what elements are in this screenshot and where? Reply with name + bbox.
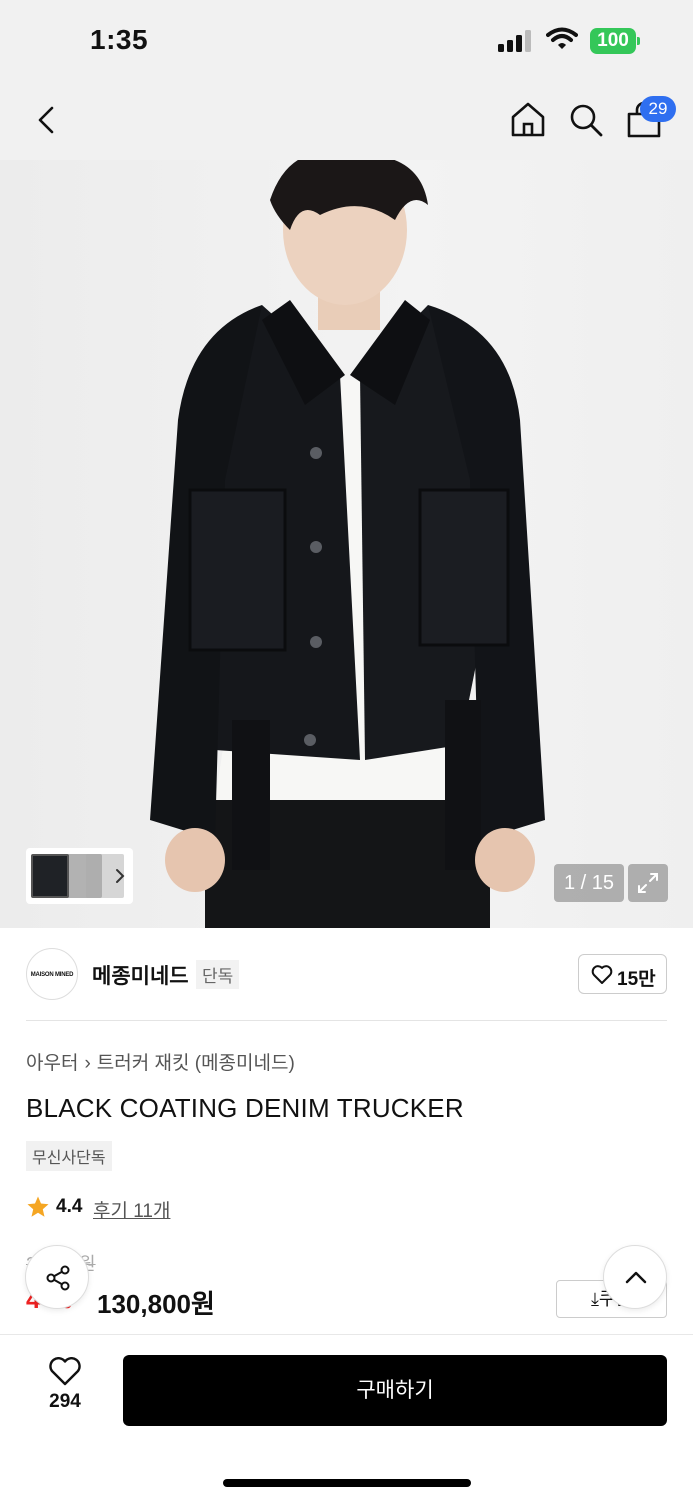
buy-button[interactable]: 구매하기 xyxy=(123,1355,667,1426)
top-nav: 29 xyxy=(0,80,693,160)
rating-score: 4.4 xyxy=(56,1196,83,1217)
back-chevron-icon[interactable] xyxy=(28,100,68,140)
wifi-icon xyxy=(546,27,578,49)
share-icon xyxy=(46,1265,70,1291)
brand-row[interactable]: MAISON MINED 메종미네드 단독 15만 xyxy=(0,928,693,1020)
image-page-counter: 1 / 15 xyxy=(554,864,624,902)
expand-image-button[interactable] xyxy=(628,864,668,902)
brand-like-count: 15만 xyxy=(617,969,656,990)
brand-exclusive-tag: 단독 xyxy=(196,960,240,989)
heart-icon xyxy=(591,965,613,984)
product-title: BLACK COATING DENIM TRUCKER xyxy=(26,1093,464,1123)
battery-level: 100 xyxy=(590,28,636,54)
chevron-right-icon: › xyxy=(84,1053,91,1074)
chevron-up-icon xyxy=(625,1271,647,1284)
scroll-top-button[interactable] xyxy=(603,1245,667,1309)
breadcrumb-category[interactable]: 아우터 xyxy=(26,1053,78,1074)
breadcrumb: 아우터 › 트러커 재킷 (메종미네드) xyxy=(26,1048,295,1075)
product-image-gallery[interactable]: 1 / 15 xyxy=(0,160,693,928)
thumbnail-2[interactable] xyxy=(64,854,102,898)
divider xyxy=(26,1020,667,1021)
cellular-signal-icon xyxy=(498,30,531,52)
review-count-link[interactable]: 후기 11개 xyxy=(93,1196,170,1223)
heart-icon xyxy=(49,1357,81,1386)
exclusive-tag: 무신사단독 xyxy=(26,1141,112,1171)
star-icon xyxy=(27,1196,49,1217)
home-indicator xyxy=(223,1479,471,1487)
brand-like-button[interactable]: 15만 xyxy=(578,954,667,994)
brand-name[interactable]: 메종미네드 xyxy=(92,960,189,990)
wishlist-button[interactable]: 294 xyxy=(40,1357,90,1417)
product-photo xyxy=(150,160,545,928)
breadcrumb-subcategory[interactable]: 트러커 재킷 (메종미네드) xyxy=(97,1053,295,1074)
status-bar: 1:35 100 xyxy=(0,0,693,80)
thumbnail-strip[interactable] xyxy=(26,848,133,904)
share-button[interactable] xyxy=(25,1245,89,1309)
brand-logo[interactable]: MAISON MINED xyxy=(26,948,78,1000)
wishlist-count: 294 xyxy=(49,1391,81,1412)
search-icon[interactable] xyxy=(566,100,606,140)
expand-icon xyxy=(638,873,658,893)
home-icon[interactable] xyxy=(508,100,548,140)
sale-price: 130,800원 xyxy=(97,1289,215,1319)
thumbnail-1[interactable] xyxy=(31,854,69,898)
bottom-action-bar: 294 구매하기 xyxy=(0,1334,693,1500)
chevron-right-icon[interactable] xyxy=(113,866,127,886)
battery-indicator: 100 xyxy=(590,28,640,54)
status-time: 1:35 xyxy=(90,24,149,55)
cart-count-badge: 29 xyxy=(640,96,676,122)
